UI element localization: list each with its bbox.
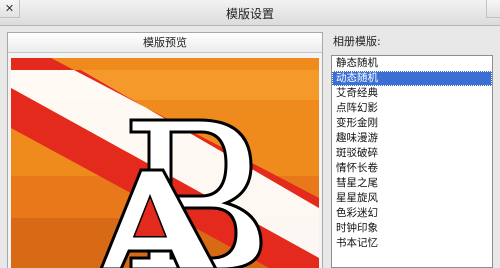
title-bar: ✕ 模版设置 xyxy=(0,0,500,26)
album-template-label: 相册模版: xyxy=(333,35,381,48)
dialog-content: 模版预览 相册模版: 静态随机 动态随机 艾奇经典 点阵幻影 变形金刚 趣味漫游… xyxy=(0,26,500,268)
preview-panel: 模版预览 xyxy=(7,32,323,268)
window-control-button[interactable] xyxy=(486,0,500,18)
list-item[interactable]: 变形金刚 xyxy=(332,116,492,131)
list-item[interactable]: 书本记忆 xyxy=(332,236,492,251)
list-item[interactable]: 色彩迷幻 xyxy=(332,206,492,221)
list-item[interactable]: 时钟印象 xyxy=(332,221,492,236)
list-item[interactable]: 彗星之尾 xyxy=(332,176,492,191)
list-item-selected[interactable]: 动态随机 xyxy=(332,71,492,86)
list-item[interactable]: 趣味漫游 xyxy=(332,131,492,146)
list-item[interactable]: 静态随机 xyxy=(332,56,492,71)
preview-header: 模版预览 xyxy=(8,33,322,53)
preview-art xyxy=(11,58,319,268)
template-preview-image xyxy=(11,58,319,268)
list-item[interactable]: 星星旋风 xyxy=(332,191,492,206)
list-item[interactable]: 点阵幻影 xyxy=(332,101,492,116)
album-template-list[interactable]: 静态随机 动态随机 艾奇经典 点阵幻影 变形金刚 趣味漫游 斑驳破碎 情怀长卷 … xyxy=(331,55,493,268)
window-title: 模版设置 xyxy=(225,7,274,21)
list-item[interactable]: 艾奇经典 xyxy=(332,86,492,101)
list-item[interactable]: 斑驳破碎 xyxy=(332,146,492,161)
list-item[interactable]: 情怀长卷 xyxy=(332,161,492,176)
